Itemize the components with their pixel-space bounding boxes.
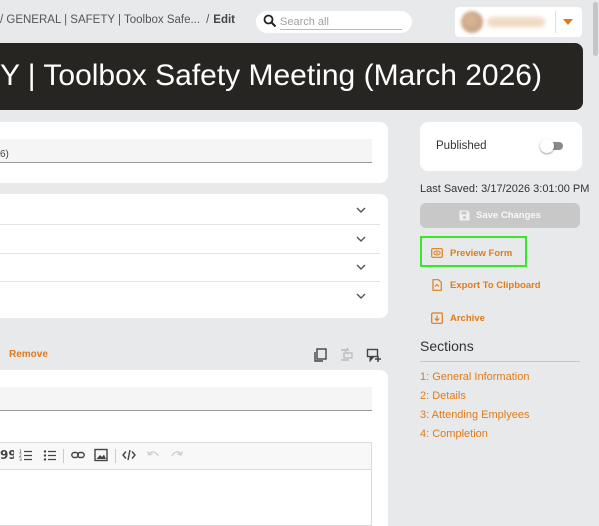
user-name-blurred xyxy=(487,17,545,27)
image-icon[interactable] xyxy=(94,448,108,462)
user-menu[interactable] xyxy=(455,7,582,37)
export-clipboard-label: Export To Clipboard xyxy=(450,279,541,291)
section-link-general-information[interactable]: 1: General Information xyxy=(420,371,529,383)
chevron-down-icon[interactable] xyxy=(563,19,573,25)
section-link-details[interactable]: 2: Details xyxy=(420,390,466,402)
svg-text:3: 3 xyxy=(19,457,22,462)
published-toggle[interactable] xyxy=(540,139,564,153)
breadcrumb: / GENERAL | SAFETY | Toolbox Safe... / Edi… xyxy=(0,14,236,26)
quote-icon[interactable]: 99 xyxy=(0,448,14,462)
avatar xyxy=(461,11,483,33)
copy-icon[interactable] xyxy=(312,347,328,363)
export-file-icon xyxy=(432,279,442,291)
section-link-completion[interactable]: 4: Completion xyxy=(420,428,488,440)
chevron-down-icon[interactable] xyxy=(356,263,366,271)
chevron-down-icon[interactable] xyxy=(356,206,366,214)
breadcrumb-path[interactable]: / GENERAL | SAFETY | Toolbox Safe... xyxy=(0,14,200,26)
page-scrollbar[interactable] xyxy=(592,0,599,60)
save-changes-button[interactable]: Save Changes xyxy=(420,203,580,228)
save-changes-label: Save Changes xyxy=(476,210,541,221)
published-label: Published xyxy=(436,140,487,152)
sections-divider xyxy=(420,361,580,362)
export-clipboard-button[interactable]: Export To Clipboard xyxy=(431,279,541,291)
link-icon[interactable] xyxy=(71,448,85,462)
remove-button[interactable]: Remove xyxy=(9,349,48,360)
chevron-down-icon[interactable] xyxy=(356,292,366,300)
archive-icon xyxy=(431,312,443,324)
code-icon[interactable] xyxy=(122,448,136,462)
accordion-row[interactable] xyxy=(0,226,380,254)
form-name-card: 6) xyxy=(0,122,388,183)
search-box[interactable] xyxy=(256,11,412,33)
preview-icon xyxy=(431,248,443,258)
chevron-down-icon[interactable] xyxy=(356,235,366,243)
preview-form-button[interactable]: Preview Form xyxy=(431,247,512,259)
save-icon xyxy=(459,210,470,221)
search-input[interactable] xyxy=(280,14,402,30)
archive-button[interactable]: Archive xyxy=(431,312,485,324)
editor-toolbar: 99 1 2 3 xyxy=(0,443,371,470)
redo-icon[interactable] xyxy=(170,448,184,462)
scrollbar-thumb[interactable] xyxy=(593,2,598,56)
title-banner: Y | Toolbox Safety Meeting (March 2026) xyxy=(0,43,583,110)
svg-text:99: 99 xyxy=(0,448,14,462)
accordion-row[interactable] xyxy=(0,197,380,225)
add-section-icon[interactable] xyxy=(366,347,382,363)
ordered-list-icon[interactable]: 1 2 3 xyxy=(19,448,33,462)
publish-card: Published xyxy=(420,122,582,171)
section-title-field[interactable] xyxy=(0,387,372,411)
sections-heading: Sections xyxy=(420,338,474,354)
move-section-icon[interactable] xyxy=(339,347,355,363)
rich-text-editor[interactable]: 99 1 2 3 xyxy=(0,442,372,526)
bullet-list-icon[interactable] xyxy=(43,448,57,462)
accordion-row[interactable] xyxy=(0,254,380,282)
undo-icon[interactable] xyxy=(146,448,160,462)
section-editor-card: 99 1 2 3 xyxy=(0,370,388,526)
last-saved-text: Last Saved: 3/17/2026 3:01:00 PM xyxy=(420,183,590,195)
page-title: Y | Toolbox Safety Meeting (March 2026) xyxy=(0,59,542,92)
accordion-card xyxy=(0,194,388,318)
preview-form-label: Preview Form xyxy=(450,247,513,259)
accordion-row[interactable] xyxy=(0,283,380,311)
section-link-attending-employees[interactable]: 3: Attending Emplyees xyxy=(420,409,529,421)
form-name-field[interactable]: 6) xyxy=(0,139,372,163)
breadcrumb-current: Edit xyxy=(213,14,236,26)
archive-label: Archive xyxy=(450,312,485,324)
search-icon xyxy=(263,14,277,28)
